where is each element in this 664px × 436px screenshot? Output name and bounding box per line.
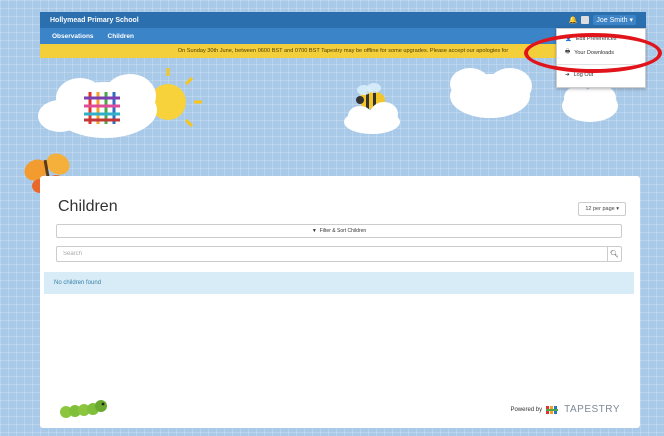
caterpillar-illustration xyxy=(60,400,107,418)
user-area: 🔔 Joe Smith ▾ xyxy=(569,15,636,25)
school-name: Hollymead Primary School xyxy=(50,16,139,24)
search-button[interactable]: 🔍︎ xyxy=(607,247,621,261)
user-name: Joe Smith xyxy=(596,17,628,24)
filter-sort-button[interactable]: ▼ Filter & Sort Children xyxy=(56,224,622,238)
sun-illustration xyxy=(150,68,202,128)
annotation-highlight-circle xyxy=(524,33,662,73)
per-page-select[interactable]: 12 per page ▾ xyxy=(578,202,626,216)
user-menu-toggle[interactable]: Joe Smith ▾ xyxy=(593,15,636,25)
chevron-down-icon: ▾ xyxy=(629,17,633,24)
bell-icon[interactable]: 🔔 xyxy=(569,16,578,24)
nav-item-children[interactable]: Children xyxy=(108,33,134,40)
search-input[interactable] xyxy=(57,247,607,261)
avatar xyxy=(581,16,590,24)
cloud-right xyxy=(450,68,532,118)
powered-by: Powered by TAPESTRY xyxy=(510,404,620,415)
logout-icon: ➜ xyxy=(565,72,570,78)
empty-state-message: No children found xyxy=(44,272,634,294)
filter-icon: ▼ xyxy=(311,228,317,234)
cloud-far-right xyxy=(562,85,618,122)
powered-by-label: Powered by xyxy=(510,406,543,413)
search-bar: 🔍︎ xyxy=(56,246,622,262)
tapestry-logo-icon xyxy=(546,405,559,414)
banner-text: On Sunday 30th June, between 0600 BST an… xyxy=(177,48,509,54)
top-bar: Hollymead Primary School 🔔 Joe Smith ▾ xyxy=(40,12,646,28)
children-panel: Children 12 per page ▾ ▼ Filter & Sort C… xyxy=(40,176,640,428)
filter-label: Filter & Sort Children xyxy=(319,228,367,234)
nav-item-observations[interactable]: Observations xyxy=(52,33,94,40)
page-title: Children xyxy=(58,198,118,215)
tapestry-brand: TAPESTRY xyxy=(564,404,620,415)
search-icon: 🔍︎ xyxy=(610,251,619,258)
